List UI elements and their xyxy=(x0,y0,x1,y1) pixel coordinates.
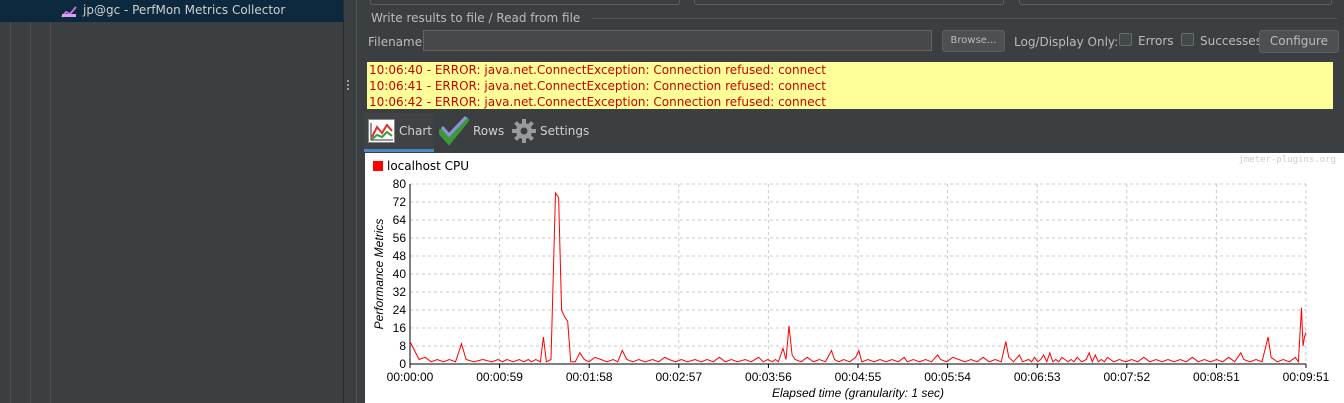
x-tick-label: 00:03:56 xyxy=(745,370,792,384)
x-tick-label: 00:00:59 xyxy=(476,370,523,384)
y-tick-label: 48 xyxy=(393,249,407,263)
x-tick-label: 00:08:51 xyxy=(1193,370,1240,384)
x-tick-label: 00:05:54 xyxy=(924,370,971,384)
x-axis-title: Elapsed time (granularity: 1 sec) xyxy=(772,386,944,400)
chart-icon xyxy=(368,119,395,143)
x-tick-label: 00:07:52 xyxy=(1103,370,1150,384)
y-tick-label: 0 xyxy=(399,357,406,371)
tab-settings[interactable]: Settings xyxy=(512,113,589,149)
y-tick-label: 72 xyxy=(393,195,407,209)
graph-listener-icon xyxy=(61,6,77,18)
browse-button[interactable]: Browse... xyxy=(942,30,1005,52)
y-axis-title: Performance Metrics xyxy=(372,219,386,330)
x-tick-label: 00:04:55 xyxy=(835,370,882,384)
tab-settings-label: Settings xyxy=(540,124,590,138)
chart-panel: jmeter-plugins.org localhost CPU 0 8 16 24 3… xyxy=(365,153,1344,403)
splitter-grip-icon[interactable] xyxy=(347,80,351,94)
errors-checkbox[interactable] xyxy=(1119,33,1132,46)
y-tick-label: 56 xyxy=(393,231,407,245)
y-tick-label: 24 xyxy=(393,303,407,317)
x-tick-label: 00:02:57 xyxy=(655,370,702,384)
cpu-chart: 0 8 16 24 32 40 48 56 64 72 80 00:00:00 00:00:59 00:0… xyxy=(372,177,1330,400)
view-tabs: Chart Rows Settings xyxy=(364,113,1339,152)
configure-button[interactable]: Configure xyxy=(1259,30,1339,53)
successes-label: Successes xyxy=(1200,34,1262,48)
tree-item-label: jp@gc - PerfMon Metrics Collector xyxy=(83,3,286,17)
rows-checkmark-icon xyxy=(439,116,469,146)
panel-splitter[interactable] xyxy=(343,0,357,403)
file-section-title: Write results to file / Read from file xyxy=(371,11,581,25)
main-panel: Write results to file / Read from file F… xyxy=(357,0,1344,403)
x-tick-label: 00:01:58 xyxy=(566,370,613,384)
y-tick-label: 32 xyxy=(393,285,407,299)
tree-item-perfmon-collector[interactable]: jp@gc - PerfMon Metrics Collector xyxy=(0,0,343,22)
filename-input[interactable] xyxy=(423,30,932,51)
tab-rows[interactable]: Rows xyxy=(439,113,504,149)
log-line: 10:06:40 - ERROR: java.net.ConnectExcept… xyxy=(369,63,826,77)
tab-chart-label: Chart xyxy=(399,124,432,138)
log-display-only-label: Log/Display Only: xyxy=(1014,35,1119,49)
log-line: 10:06:42 - ERROR: java.net.ConnectExcept… xyxy=(369,95,826,109)
y-tick-label: 80 xyxy=(393,177,407,191)
x-tick-label: 00:00:00 xyxy=(387,370,434,384)
test-plan-tree: jp@gc - PerfMon Metrics Collector xyxy=(0,0,343,403)
tab-chart[interactable]: Chart xyxy=(364,113,434,152)
gear-icon xyxy=(512,119,536,143)
tree-guides xyxy=(0,22,343,403)
error-log[interactable]: 10:06:40 - ERROR: java.net.ConnectExcept… xyxy=(367,62,1333,109)
y-tick-label: 64 xyxy=(393,213,407,227)
tab-rows-label: Rows xyxy=(473,124,505,138)
section-divider xyxy=(592,18,1337,19)
x-tick-label: 00:09:51 xyxy=(1283,370,1330,384)
y-tick-label: 40 xyxy=(393,267,407,281)
top-fields-edge xyxy=(370,0,1332,5)
log-line: 10:06:41 - ERROR: java.net.ConnectExcept… xyxy=(369,79,826,93)
errors-label: Errors xyxy=(1138,34,1174,48)
successes-checkbox[interactable] xyxy=(1181,33,1194,46)
x-tick-label: 00:06:53 xyxy=(1014,370,1061,384)
y-tick-label: 16 xyxy=(393,321,407,335)
filename-label: Filename xyxy=(368,35,423,49)
y-tick-label: 8 xyxy=(399,339,406,353)
